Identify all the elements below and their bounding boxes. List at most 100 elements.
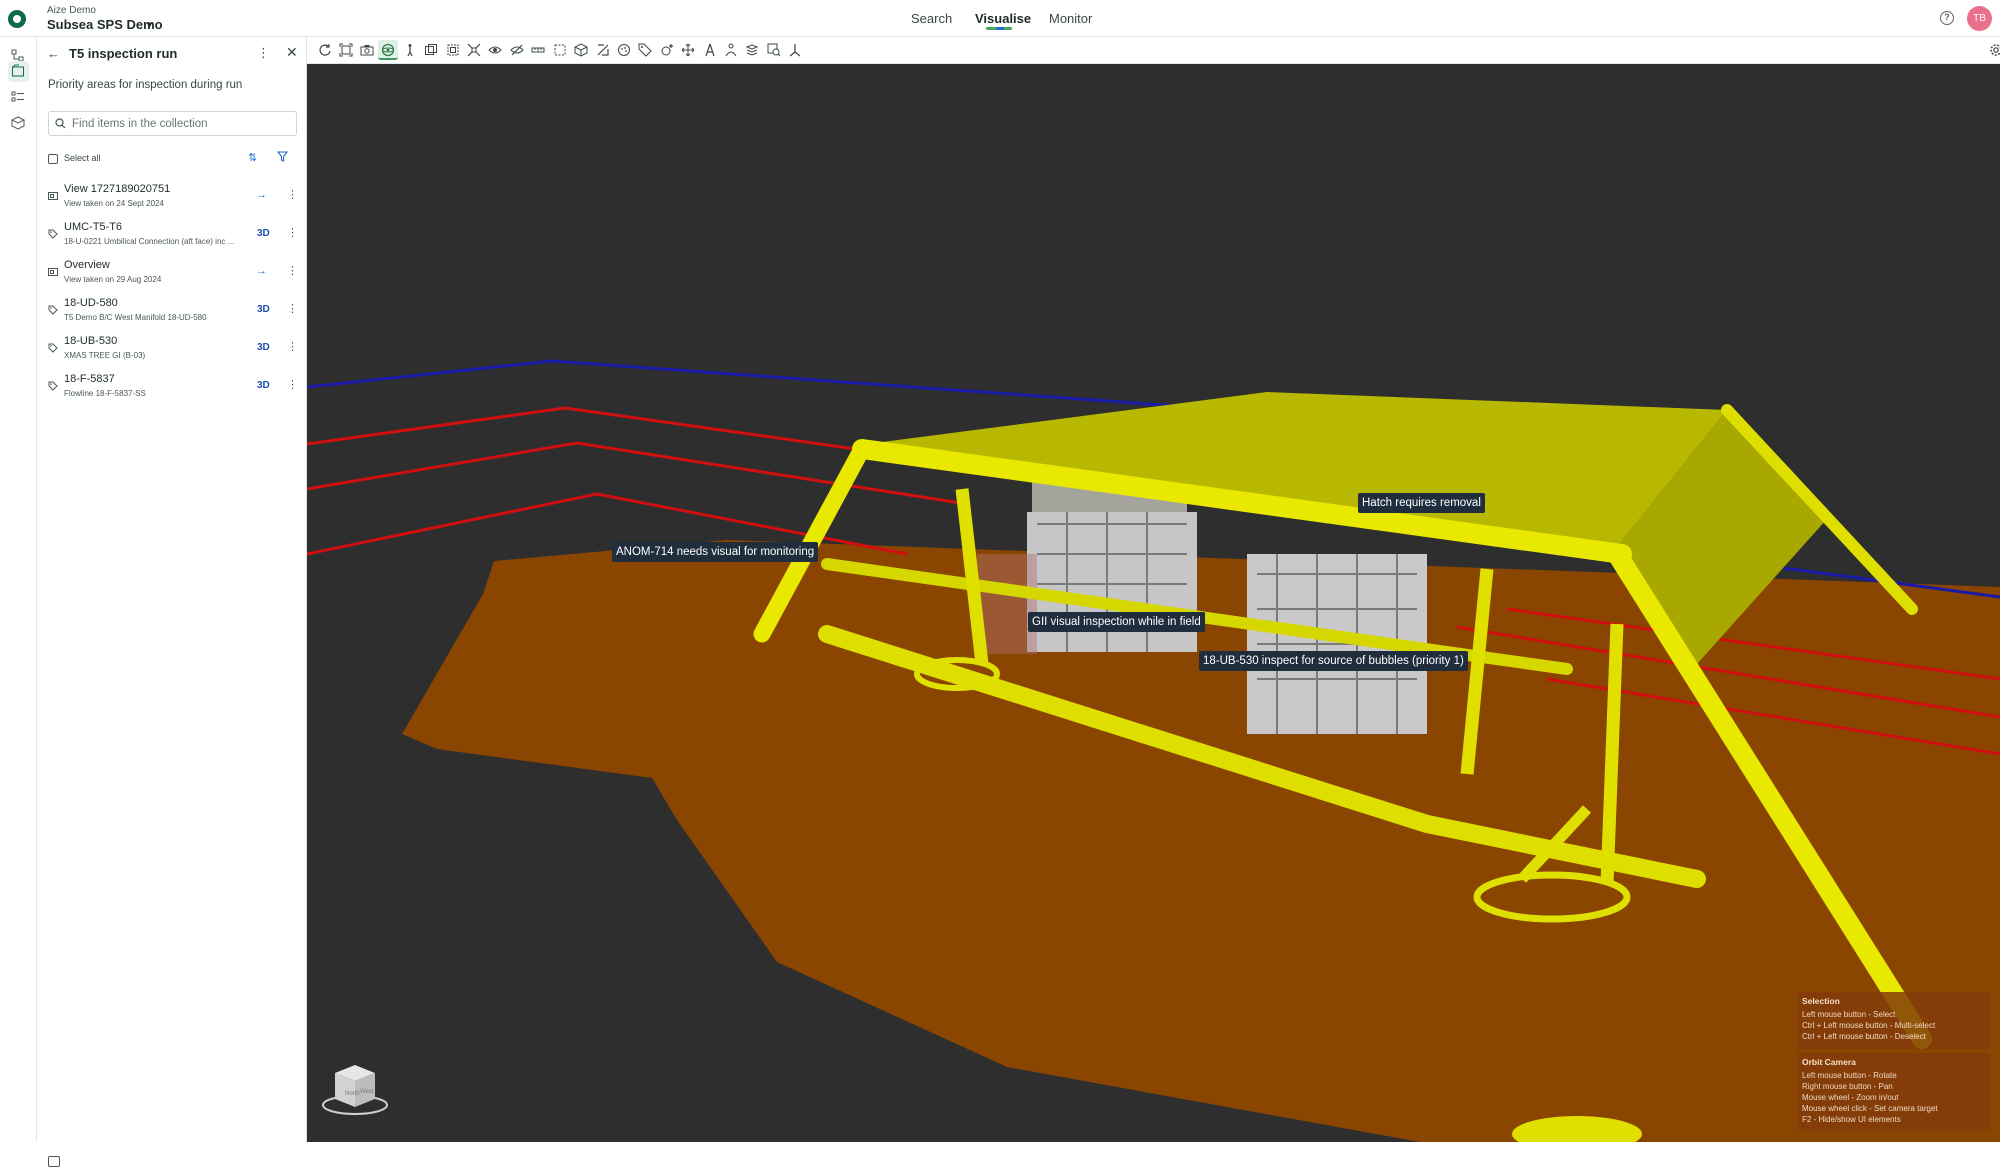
- back-arrow-icon[interactable]: ←: [47, 46, 60, 61]
- section-icon[interactable]: [443, 40, 463, 60]
- help-line: Left mouse button - Select: [1802, 1010, 1896, 1019]
- selection-help-overlay: Selection Left mouse button - Select Ctr…: [1797, 992, 1990, 1049]
- zoom-region-icon[interactable]: [764, 40, 784, 60]
- tag-icon: [48, 378, 58, 396]
- slice-icon[interactable]: [593, 40, 613, 60]
- survey-icon[interactable]: [700, 40, 720, 60]
- move-icon[interactable]: [678, 40, 698, 60]
- nav-cube-front-label: North: [345, 1091, 360, 1097]
- rotate-icon[interactable]: [315, 40, 335, 60]
- help-line: Ctrl + Left mouse button - Deselect: [1802, 1032, 1926, 1041]
- axis-icon[interactable]: [785, 40, 805, 60]
- show-3d-button[interactable]: 3D: [257, 228, 270, 239]
- app-logo-icon[interactable]: [8, 10, 26, 28]
- item-title: View 1727189020751: [64, 183, 171, 195]
- left-rail: [0, 37, 37, 1142]
- section-box-icon[interactable]: [421, 40, 441, 60]
- more-vertical-icon[interactable]: ⋮: [287, 226, 298, 239]
- annotation-anom-714[interactable]: ANOM-714 needs visual for monitoring: [612, 542, 819, 562]
- item-title: 18-F-5837: [64, 373, 115, 385]
- fit-view-icon[interactable]: [336, 40, 356, 60]
- help-title: Selection: [1802, 996, 1840, 1006]
- help-line: Mouse wheel click - Set camera target: [1802, 1104, 1938, 1113]
- close-icon[interactable]: ✕: [286, 44, 298, 61]
- filter-icon[interactable]: [277, 151, 288, 162]
- tag-icon: [48, 226, 58, 244]
- list-item[interactable]: View 1727189020751 View taken on 24 Sept …: [37, 178, 306, 216]
- help-line: Mouse wheel - Zoom in/out: [1802, 1093, 1899, 1102]
- navigation-cube[interactable]: North West: [321, 1059, 389, 1119]
- 3d-viewport[interactable]: ANOM-714 needs visual for monitoring Hat…: [307, 64, 2000, 1142]
- collection-panel: ← T5 inspection run ⋮ ✕ Priority areas f…: [37, 37, 307, 1167]
- select-all-label: Select all: [64, 153, 101, 163]
- avatar[interactable]: TB: [1967, 6, 1992, 31]
- show-3d-button[interactable]: 3D: [257, 380, 270, 391]
- tab-search[interactable]: Search: [911, 11, 952, 26]
- more-vertical-icon[interactable]: ⋮: [257, 45, 270, 61]
- list-icon[interactable]: [8, 87, 29, 108]
- more-vertical-icon[interactable]: ⋮: [287, 264, 298, 277]
- go-to-view-button[interactable]: →: [256, 189, 267, 201]
- select-all-checkbox[interactable]: [48, 154, 58, 164]
- item-subtitle: T5 Demo B/C West Manifold 18-UD-580: [64, 313, 207, 322]
- person-icon[interactable]: [721, 40, 741, 60]
- annotation-hatch[interactable]: Hatch requires removal: [1358, 493, 1485, 513]
- tab-visualise[interactable]: Visualise: [975, 11, 1031, 26]
- area-select-icon[interactable]: [550, 40, 570, 60]
- settings-gear-icon[interactable]: [1986, 40, 2000, 60]
- item-title: Overview: [64, 259, 110, 271]
- annotation-gii[interactable]: GII visual inspection while in field: [1028, 612, 1205, 632]
- list-item[interactable]: 18-F-5837 Flowline 18-F-5837-SS 3D ⋮: [37, 368, 306, 406]
- panel-description: Priority areas for inspection during run: [48, 79, 243, 91]
- annotation-18-ub-530[interactable]: 18-UB-530 inspect for source of bubbles …: [1199, 651, 1468, 671]
- active-tab-indicator: [986, 27, 1012, 30]
- panel-title: T5 inspection run: [69, 46, 178, 61]
- point-cloud-icon[interactable]: [614, 40, 634, 60]
- tag-icon: [48, 340, 58, 358]
- camera-help-overlay: Orbit Camera Left mouse button - Rotate …: [1797, 1053, 1990, 1131]
- item-title: UMC-T5-T6: [64, 221, 123, 233]
- visibility-icon[interactable]: [485, 40, 505, 60]
- viewer-toolbar: [307, 37, 2000, 64]
- search-input[interactable]: [72, 114, 292, 133]
- models-icon[interactable]: [8, 113, 29, 134]
- more-vertical-icon[interactable]: ⋮: [287, 302, 298, 315]
- hide-icon[interactable]: [507, 40, 527, 60]
- cube-icon[interactable]: [571, 40, 591, 60]
- more-vertical-icon[interactable]: ⋮: [287, 378, 298, 391]
- item-subtitle: XMAS TREE GI (B-03): [64, 351, 146, 360]
- walk-icon[interactable]: [400, 40, 420, 60]
- item-title: 18-UB-530: [64, 335, 118, 347]
- go-to-view-button[interactable]: →: [256, 265, 267, 277]
- more-vertical-icon[interactable]: ⋮: [287, 340, 298, 353]
- view-icon: [48, 264, 58, 282]
- help-icon[interactable]: ?: [1940, 11, 1954, 25]
- help-title: Orbit Camera: [1802, 1057, 1856, 1067]
- tab-monitor[interactable]: Monitor: [1049, 11, 1092, 26]
- help-line: Right mouse button - Pan: [1802, 1082, 1893, 1091]
- tag-icon[interactable]: [635, 40, 655, 60]
- item-title: 18-UD-580: [64, 297, 118, 309]
- list-item[interactable]: UMC-T5-T6 18-U-0221 Umbilical Connection …: [37, 216, 306, 254]
- add-point-icon[interactable]: [657, 40, 677, 60]
- list-item[interactable]: 18-UD-580 T5 Demo B/C West Manifold 18-UD…: [37, 292, 306, 330]
- show-3d-button[interactable]: 3D: [257, 304, 270, 315]
- top-bar: Aize Demo Subsea SPS Demo ▼ Search Visua…: [0, 0, 2000, 37]
- list-item[interactable]: 18-UB-530 XMAS TREE GI (B-03) 3D ⋮: [37, 330, 306, 368]
- camera-icon[interactable]: [357, 40, 377, 60]
- layers-icon[interactable]: [742, 40, 762, 60]
- list-item[interactable]: Overview View taken on 29 Aug 2024 → ⋮: [37, 254, 306, 292]
- explode-icon[interactable]: [464, 40, 484, 60]
- measure-icon[interactable]: [528, 40, 548, 60]
- search-icon: [55, 118, 66, 129]
- more-vertical-icon[interactable]: ⋮: [287, 188, 298, 201]
- tag-icon: [48, 302, 58, 320]
- nav-cube-right-label: West: [360, 1089, 374, 1095]
- chevron-down-icon[interactable]: ▼: [145, 20, 154, 30]
- scene-render[interactable]: [307, 64, 2000, 1142]
- sort-icon[interactable]: ⇅: [248, 151, 257, 164]
- orbit-icon[interactable]: [378, 40, 398, 60]
- show-3d-button[interactable]: 3D: [257, 342, 270, 353]
- collapse-panel-icon[interactable]: [48, 1156, 60, 1167]
- collections-icon[interactable]: [8, 61, 29, 82]
